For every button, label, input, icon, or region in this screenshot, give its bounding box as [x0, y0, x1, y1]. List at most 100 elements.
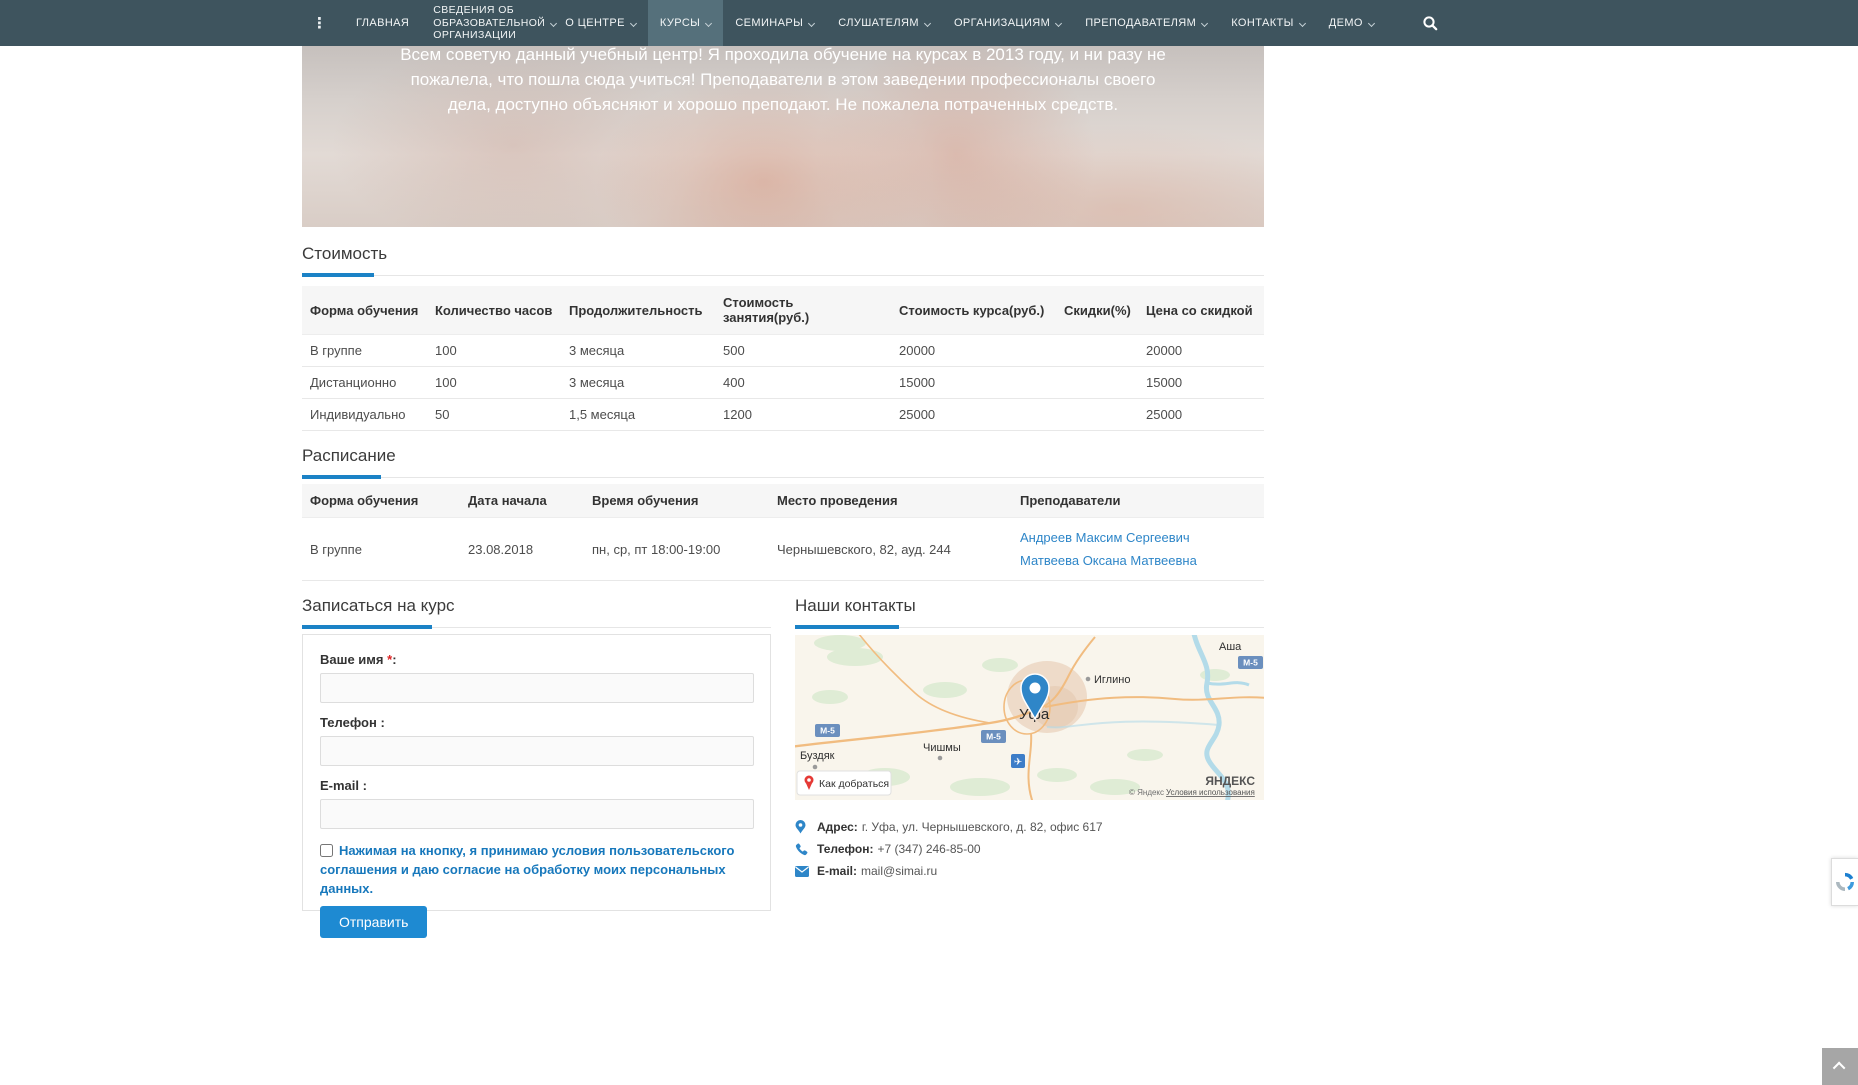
column-header: Дата начала — [460, 484, 584, 518]
nav-item-kursy[interactable]: КУРСЫ — [648, 0, 723, 46]
heading-accent-bar — [302, 625, 432, 629]
map-label-asha: Аша — [1219, 641, 1242, 653]
phone-icon — [795, 843, 813, 856]
hero-banner: Всем советую данный учебный центр! Я про… — [302, 46, 1264, 227]
column-header: Цена со скидкой — [1138, 286, 1264, 335]
consent-checkbox[interactable] — [320, 844, 333, 857]
schedule-table: Форма обучения Дата начала Время обучени… — [302, 484, 1264, 581]
label-colon: : — [392, 652, 396, 667]
top-navigation: ⋮ ГЛАВНАЯ СВЕДЕНИЯ ОБ ОБРАЗОВАТЕЛЬНОЙ ОР… — [0, 0, 1858, 46]
cell: пн, ср, пт 18:00-19:00 — [584, 518, 769, 581]
column-header: Продолжительность — [561, 286, 715, 335]
route-button[interactable]: Как добраться — [797, 771, 891, 795]
search-icon[interactable] — [1412, 0, 1448, 46]
table-row: Индивидуально 50 1,5 месяца 1200 25000 2… — [302, 399, 1264, 431]
svg-text:✈: ✈ — [1014, 757, 1022, 768]
cell: Дистанционно — [302, 367, 427, 399]
cell: 23.08.2018 — [460, 518, 584, 581]
chevron-down-icon — [1055, 19, 1062, 26]
location-pin-icon — [795, 820, 813, 834]
nav-item-seminary[interactable]: СЕМИНАРЫ — [723, 0, 826, 46]
cell: В группе — [302, 335, 427, 367]
cell — [1056, 335, 1138, 367]
table-row: В группе 100 3 месяца 500 20000 20000 — [302, 335, 1264, 367]
cell: Индивидуально — [302, 399, 427, 431]
consent-text[interactable]: Нажимая на кнопку, я принимаю условия по… — [320, 843, 734, 896]
yandex-map[interactable]: Аша Иглино Уфа Чишмы Буздяк М-5 М-5 М-5 — [795, 635, 1264, 800]
cell: 100 — [427, 367, 561, 399]
phone-value: +7 (347) 246-85-00 — [877, 842, 980, 856]
pricing-section-header: Стоимость — [302, 244, 1264, 276]
page: ⋮ ГЛАВНАЯ СВЕДЕНИЯ ОБ ОБРАЗОВАТЕЛЬНОЙ ОР… — [0, 0, 1858, 1085]
consent-row: Нажимая на кнопку, я принимаю условия по… — [320, 841, 744, 898]
phone-input[interactable] — [320, 736, 754, 766]
table-row: В группе 23.08.2018 пн, ср, пт 18:00-19:… — [302, 518, 1264, 581]
email-input[interactable] — [320, 799, 754, 829]
map-label-chishmy: Чишмы — [923, 742, 961, 754]
signup-section-header: Записаться на курс — [302, 596, 771, 628]
cell: Андреев Максим Сергеевич Матвеева Оксана… — [1012, 518, 1264, 581]
nav-item-kontakty[interactable]: КОНТАКТЫ — [1219, 0, 1317, 46]
road-badge-m5: М-5 — [981, 730, 1006, 743]
testimonial-text: Всем советую данный учебный центр! Я про… — [398, 46, 1168, 117]
cell: 400 — [715, 367, 891, 399]
nav-item-svedeniya[interactable]: СВЕДЕНИЯ ОБ ОБРАЗОВАТЕЛЬНОЙ ОРГАНИЗАЦИИ — [421, 0, 553, 46]
road-badge-m5: М-5 — [815, 724, 840, 737]
email-line: E-mail: mail@simai.ru — [795, 864, 937, 878]
nav-item-demo[interactable]: ДЕМО — [1317, 0, 1386, 46]
cell: 15000 — [1138, 367, 1264, 399]
map-copyright: © Яндекс — [1129, 788, 1164, 797]
nav-item-o-centre[interactable]: О ЦЕНТРЕ — [553, 0, 648, 46]
cell — [1056, 367, 1138, 399]
chevron-down-icon — [1368, 19, 1375, 26]
cell: 1200 — [715, 399, 891, 431]
address-label: Адрес: — [817, 820, 858, 834]
column-header: Форма обучения — [302, 286, 427, 335]
column-header: Стоимость курса(руб.) — [891, 286, 1056, 335]
phone-label: Телефон: — [817, 842, 873, 856]
nav-item-label: КОНТАКТЫ — [1231, 17, 1294, 29]
scroll-top-button[interactable] — [1822, 1048, 1858, 1085]
submit-button[interactable]: Отправить — [320, 906, 427, 938]
cell: 15000 — [891, 367, 1056, 399]
teacher-link[interactable]: Матвеева Оксана Матвеевна — [1020, 549, 1256, 572]
recaptcha-badge[interactable] — [1831, 858, 1858, 906]
pricing-title: Стоимость — [302, 244, 1264, 275]
nav-item-label: КУРСЫ — [660, 17, 700, 29]
nav-item-label: СВЕДЕНИЯ ОБ ОБРАЗОВАТЕЛЬНОЙ ОРГАНИЗАЦИИ — [433, 4, 545, 42]
name-input[interactable] — [320, 673, 754, 703]
contacts-title: Наши контакты — [795, 596, 1264, 627]
pricing-table: Форма обучения Количество часов Продолжи… — [302, 286, 1264, 431]
address-value: г. Уфа, ул. Чернышевского, д. 82, офис 6… — [862, 820, 1103, 834]
nav-item-prepodavatelyam[interactable]: ПРЕПОДАВАТЕЛЯМ — [1073, 0, 1219, 46]
vertical-dots-menu-icon[interactable]: ⋮ — [296, 14, 344, 32]
cell: 100 — [427, 335, 561, 367]
contacts-section-header: Наши контакты — [795, 596, 1264, 628]
cell: Чернышевского, 82, ауд. 244 — [769, 518, 1012, 581]
nav-item-label: СЛУШАТЕЛЯМ — [838, 17, 919, 29]
chevron-down-icon — [1201, 19, 1208, 26]
cell: 3 месяца — [561, 367, 715, 399]
nav-item-organizaciyam[interactable]: ОРГАНИЗАЦИЯМ — [942, 0, 1073, 46]
column-header: Место проведения — [769, 484, 1012, 518]
svg-text:М-5: М-5 — [820, 726, 835, 736]
signup-form: Ваше имя *: Телефон : E-mail : Нажимая н… — [302, 634, 771, 911]
svg-text:Как добраться: Как добраться — [819, 778, 889, 790]
airport-icon: ✈ — [1011, 754, 1025, 768]
phone-field-label: Телефон : — [320, 715, 753, 730]
teacher-link[interactable]: Андреев Максим Сергеевич — [1020, 526, 1256, 549]
nav-item-label: ДЕМО — [1329, 17, 1363, 29]
map-terms-link[interactable]: Условия использования — [1166, 788, 1255, 797]
nav-item-label: СЕМИНАРЫ — [735, 17, 803, 29]
cell: 500 — [715, 335, 891, 367]
nav-item-slushatelyam[interactable]: СЛУШАТЕЛЯМ — [826, 0, 942, 46]
cell: 25000 — [1138, 399, 1264, 431]
cell: 1,5 месяца — [561, 399, 715, 431]
cell: 25000 — [891, 399, 1056, 431]
map-label-buzdyak: Буздяк — [800, 750, 835, 762]
nav-item-glavnaya[interactable]: ГЛАВНАЯ — [344, 0, 421, 46]
chevron-down-icon — [1299, 19, 1306, 26]
cell: 3 месяца — [561, 335, 715, 367]
svg-text:М-5: М-5 — [1243, 658, 1258, 668]
address-line: Адрес: г. Уфа, ул. Чернышевского, д. 82,… — [795, 820, 1103, 834]
